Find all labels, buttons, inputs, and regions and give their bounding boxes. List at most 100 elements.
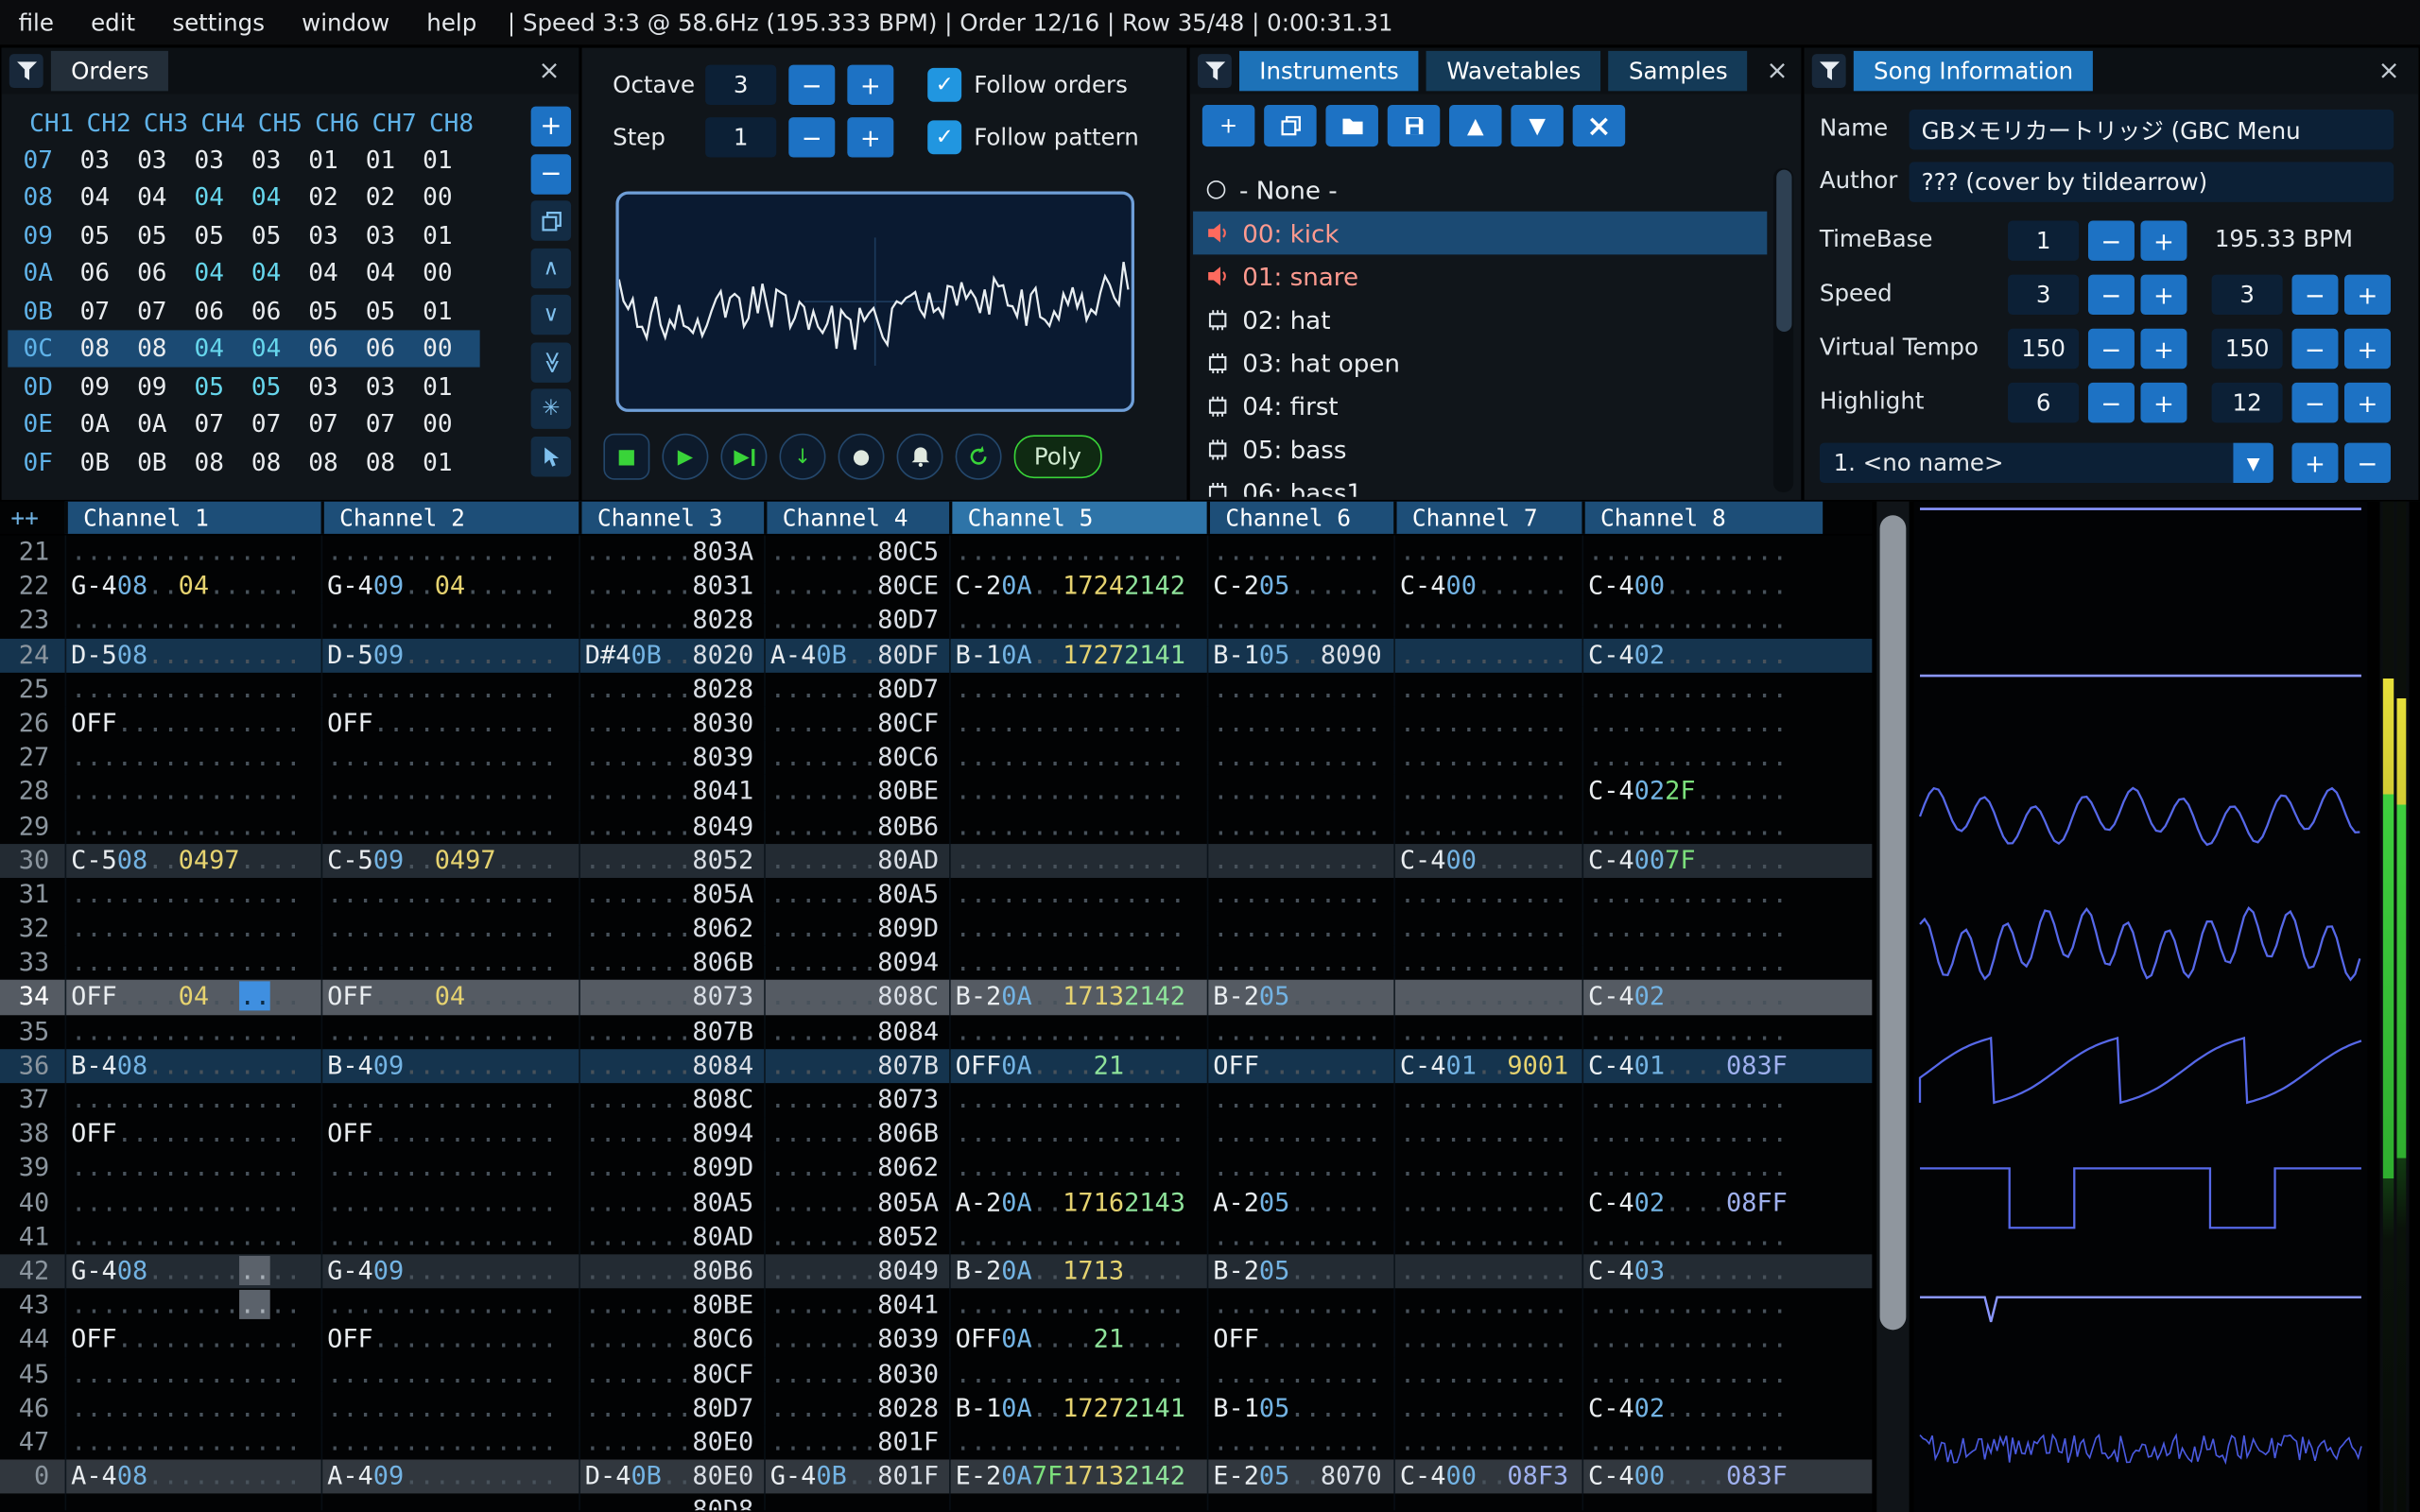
pattern-cell[interactable]: .............	[1582, 707, 1823, 741]
order-cell[interactable]: 03	[66, 145, 123, 174]
pattern-cell[interactable]: .......80D7	[764, 672, 949, 706]
pattern-cell[interactable]: ...........	[1207, 809, 1394, 843]
pattern-cell[interactable]: .......8094	[579, 1117, 764, 1151]
order-cell[interactable]: 04	[181, 334, 237, 363]
channel-header-1[interactable]: Channel 1	[65, 502, 321, 534]
channel-header-8[interactable]: Channel 8	[1582, 502, 1823, 534]
pattern-cell[interactable]: G-409..04......	[321, 570, 579, 604]
pattern-cell[interactable]: ...........	[1207, 1152, 1394, 1186]
step-input[interactable]: 1	[705, 117, 776, 157]
pattern-cell[interactable]: OFF............	[65, 707, 321, 741]
tab-wavetables[interactable]: Wavetables	[1426, 51, 1600, 91]
pattern-scrollbar[interactable]	[1876, 502, 1909, 1512]
pattern-cell[interactable]: .......80D7	[764, 604, 949, 638]
pattern-cell[interactable]: ...........	[1207, 1425, 1394, 1459]
highlight1-input[interactable]: 6	[2008, 383, 2079, 422]
pattern-cell[interactable]: ...............	[321, 1425, 579, 1459]
pattern-cell[interactable]: .......8049	[579, 809, 764, 843]
order-cell[interactable]: 01	[409, 296, 466, 325]
instrument-item[interactable]: 00: kick	[1193, 212, 1767, 255]
channel-header-4[interactable]: Channel 4	[764, 502, 949, 534]
pattern-cell[interactable]: ...............	[949, 1117, 1207, 1151]
pattern-cell[interactable]: .............	[1582, 809, 1823, 843]
pattern-cell[interactable]: ...........	[1207, 741, 1394, 775]
order-cell[interactable]: 00	[466, 182, 480, 212]
order-cell[interactable]: 08	[66, 334, 123, 363]
pattern-cell[interactable]: C-402........	[1582, 1391, 1823, 1425]
order-cell[interactable]: 03	[295, 220, 352, 249]
pattern-cell[interactable]: ...............	[949, 1220, 1207, 1254]
pattern-cell[interactable]: .......8039	[764, 1323, 949, 1357]
instrument-move-up-button[interactable]: ▲	[1449, 105, 1502, 146]
speed1-decrement-button[interactable]: −	[2088, 275, 2135, 315]
vt1-increment-button[interactable]: +	[2140, 329, 2187, 369]
pattern-cell[interactable]: .......808C	[579, 1083, 764, 1117]
pattern-cell[interactable]: .......80A5	[764, 878, 949, 912]
channel-header-2[interactable]: Channel 2	[321, 502, 579, 534]
pattern-cell[interactable]: .......807B	[764, 1049, 949, 1083]
order-add-button[interactable]: +	[531, 107, 571, 146]
order-cell[interactable]: 07	[295, 409, 352, 438]
order-cell[interactable]: 01	[466, 296, 480, 325]
instrument-item[interactable]: 05: bass	[1193, 427, 1767, 471]
pattern-cell[interactable]: ...........	[1393, 1288, 1582, 1322]
pattern-cell[interactable]: ...........	[1207, 1220, 1394, 1254]
order-cell[interactable]: 00	[466, 334, 480, 363]
pattern-cell[interactable]: .......8052	[579, 844, 764, 878]
pattern-cell[interactable]: D-508..........	[65, 638, 321, 672]
pattern-cell[interactable]: .......80B6	[764, 809, 949, 843]
pattern-cell[interactable]: .......8094	[764, 946, 949, 980]
pattern-cell[interactable]: B-205......	[1207, 980, 1394, 1014]
pattern-cell[interactable]: OFF........	[1207, 1323, 1394, 1357]
pattern-cell[interactable]: .......80AD	[579, 1220, 764, 1254]
order-cell[interactable]: 07	[181, 409, 237, 438]
speed2-increment-button[interactable]: +	[2344, 275, 2391, 315]
order-cell[interactable]: 05	[124, 220, 181, 249]
instrument-item[interactable]: 04: first	[1193, 385, 1767, 428]
timebase-increment-button[interactable]: +	[2140, 220, 2187, 260]
pattern-cell[interactable]: .......8028	[579, 672, 764, 706]
follow-orders-checkbox[interactable]: ✓	[927, 68, 961, 102]
hl1-increment-button[interactable]: +	[2140, 383, 2187, 422]
pattern-cell[interactable]: ...............	[949, 809, 1207, 843]
pattern-cell[interactable]: B-408..........	[65, 1049, 321, 1083]
pattern-cell[interactable]: ...............	[949, 1288, 1207, 1322]
instrument-move-down-button[interactable]: ▼	[1511, 105, 1564, 146]
order-cell[interactable]: 0A	[124, 409, 181, 438]
vt2-increment-button[interactable]: +	[2344, 329, 2391, 369]
pattern-cell[interactable]: ...............	[321, 1152, 579, 1186]
pattern-cell[interactable]: .......80CF	[764, 707, 949, 741]
instrument-add-button[interactable]: +	[1202, 105, 1255, 146]
order-cell[interactable]: 05	[352, 296, 408, 325]
pattern-cell[interactable]: .......8030	[764, 1357, 949, 1391]
pattern-cell[interactable]: ...............	[65, 878, 321, 912]
pattern-cell[interactable]: .......80D8	[579, 1494, 764, 1511]
pattern-cell[interactable]: ...............	[65, 741, 321, 775]
pattern-cell[interactable]: ...........	[1207, 1015, 1394, 1049]
order-row-0A[interactable]: 0A0606040404040000	[8, 254, 480, 292]
pattern-cell[interactable]: .............	[1582, 672, 1823, 706]
song-info-filter-icon[interactable]	[1812, 54, 1846, 88]
order-cell[interactable]: 00	[466, 258, 480, 287]
pattern-cell[interactable]: G-408..........	[65, 1254, 321, 1288]
order-duplicate-button[interactable]	[531, 200, 571, 240]
pattern-cell[interactable]: .............	[1582, 1494, 1823, 1511]
pattern-cell[interactable]: ...............	[949, 1152, 1207, 1186]
pattern-cell[interactable]: ...........	[1207, 844, 1394, 878]
order-cell[interactable]: 0B	[124, 447, 181, 476]
speed2-input[interactable]: 3	[2212, 275, 2283, 315]
pattern-cell[interactable]: ...........	[1393, 946, 1582, 980]
tab-samples[interactable]: Samples	[1609, 51, 1748, 91]
pattern-cell[interactable]: ...........	[1393, 1254, 1582, 1288]
pattern-cell[interactable]: C-400..08F3	[1393, 1460, 1582, 1494]
instrument-open-button[interactable]	[1325, 105, 1378, 146]
step-row-button[interactable]: ↓	[779, 434, 825, 480]
pattern-cell[interactable]: .......8030	[579, 707, 764, 741]
pattern-cell[interactable]: G-408..04......	[65, 570, 321, 604]
pattern-cell[interactable]: ...............	[321, 878, 579, 912]
order-cell[interactable]: 01	[409, 220, 466, 249]
order-cell[interactable]: 08	[181, 447, 237, 476]
pattern-cell[interactable]: OFF0A....21....	[949, 1323, 1207, 1357]
pattern-cell[interactable]: .......80CE	[764, 570, 949, 604]
pattern-cell[interactable]: ...............	[65, 775, 321, 809]
